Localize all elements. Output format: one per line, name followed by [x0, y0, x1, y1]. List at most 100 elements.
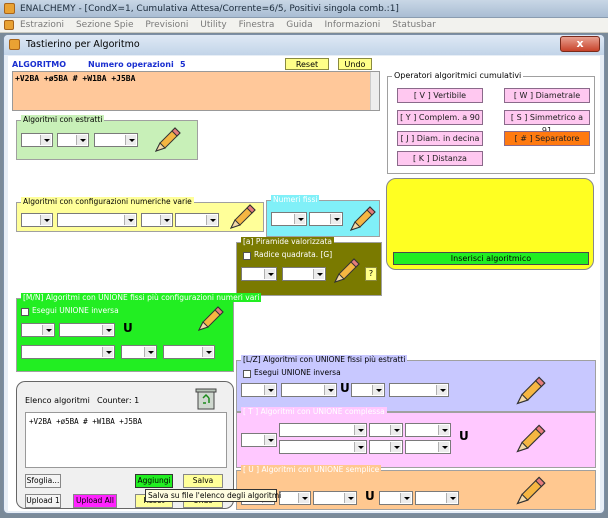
mn-combo-4[interactable] — [121, 345, 157, 359]
op-diam-decina-button[interactable]: [ J ] Diam. in decina — [397, 131, 483, 146]
t-combo-6[interactable] — [369, 440, 403, 454]
piramide-panel: [a] Piramide valorizzata Radice quadrata… — [236, 237, 382, 296]
app-title-bar: ENALCHEMY - [CondX=1, Cumulativa Attesa/… — [0, 0, 608, 18]
app-icon — [4, 3, 15, 14]
fissi-title: Numeri fissi — [271, 195, 320, 204]
lz-title: [L/Z] Algoritmi con UNIONE fissi più est… — [241, 355, 408, 364]
estratti-combo-1[interactable] — [21, 133, 53, 147]
estratti-combo-3[interactable] — [94, 133, 138, 147]
menu-item-estrazioni[interactable]: Estrazioni — [20, 20, 64, 30]
close-button[interactable]: x — [560, 36, 600, 52]
insert-algorithm-button[interactable]: Inserisci algoritmico — [393, 252, 589, 265]
operators-panel: Operatori algoritmici cumulativi [ V ] V… — [387, 71, 595, 174]
config-combo-2[interactable] — [57, 213, 137, 227]
ops-label: Numero operazioni — [88, 60, 174, 69]
estratti-combo-2[interactable] — [57, 133, 89, 147]
t-panel: [ T ] Algoritmi con UNIONE complessa U — [236, 407, 596, 468]
u-panel: [ U ] Algoritmi con UNIONE semplice U — [236, 465, 596, 510]
formula-textarea[interactable]: +V2BA +ø5BA # +W1BA +J5BA — [12, 71, 380, 111]
menu-item-statusbar[interactable]: Statusbar — [392, 20, 436, 30]
mn-combo-1[interactable] — [21, 323, 55, 337]
sfoglia-button[interactable]: Sfoglia... — [25, 474, 61, 488]
mn-panel: [M/N] Algoritmi con UNIONE fissi più con… — [16, 293, 262, 372]
mn-combo-3[interactable] — [21, 345, 115, 359]
config-panel: Algoritmi con configurazioni numeriche v… — [16, 197, 264, 232]
undo-button[interactable]: Undo — [338, 58, 372, 70]
lz-checkbox[interactable] — [243, 370, 251, 378]
lz-combo-1[interactable] — [241, 383, 277, 397]
radice-label: Radice quadrata. [G] — [254, 250, 333, 259]
u-combo-5[interactable] — [415, 491, 459, 505]
config-combo-4[interactable] — [175, 213, 219, 227]
radice-checkbox[interactable] — [243, 252, 251, 260]
fissi-combo-1[interactable] — [271, 212, 307, 226]
op-separatore-button[interactable]: [ # ] Separatore — [504, 131, 590, 146]
op-complem-button[interactable]: [ Y ] Complem. a 90 — [397, 110, 483, 125]
menu-item-previsioni[interactable]: Previsioni — [145, 20, 188, 30]
piramide-combo-1[interactable] — [241, 267, 277, 281]
pencil-icon[interactable] — [227, 203, 257, 231]
piramide-combo-2[interactable] — [282, 267, 326, 281]
dialog-icon — [9, 39, 20, 50]
pencil-icon[interactable] — [195, 305, 225, 333]
mn-combo-2[interactable] — [59, 323, 115, 337]
op-vertibile-button[interactable]: [ V ] Vertibile — [397, 88, 483, 103]
upload1-button[interactable]: Upload 1 — [25, 494, 61, 508]
union-u-letter: U — [459, 429, 469, 443]
t-combo-1[interactable] — [241, 433, 277, 447]
menu-item-guida[interactable]: Guida — [286, 20, 312, 30]
u-combo-2[interactable] — [279, 491, 311, 505]
pencil-icon[interactable] — [513, 375, 547, 407]
menu-item-finestra[interactable]: Finestra — [239, 20, 275, 30]
lz-combo-3[interactable] — [351, 383, 385, 397]
lz-combo-2[interactable] — [281, 383, 337, 397]
mn-checkbox[interactable] — [21, 308, 29, 316]
u-combo-4[interactable] — [379, 491, 413, 505]
dialog-title: Tastierino per Algoritmo — [26, 39, 140, 50]
estratti-title: Algoritmi con estratti — [21, 115, 105, 124]
insert-panel: Inserisci algoritmico — [386, 178, 594, 270]
algorithm-label: ALGORITMO — [12, 60, 67, 69]
pencil-icon[interactable] — [347, 205, 377, 233]
u-combo-3[interactable] — [313, 491, 357, 505]
piramide-title: [a] Piramide valorizzata — [241, 237, 334, 246]
config-combo-1[interactable] — [21, 213, 53, 227]
help-button[interactable]: ? — [365, 267, 377, 281]
t-title: [ T ] Algoritmi con UNIONE complessa — [241, 407, 387, 416]
list-item[interactable]: +V2BA +ø5BA # +W1BA +J5BA — [29, 417, 142, 426]
op-distanza-button[interactable]: [ K ] Distanza — [397, 151, 483, 166]
dialog-title-bar: Tastierino per Algoritmo — [4, 35, 604, 55]
union-u-letter: U — [365, 489, 375, 503]
ops-count: 5 — [180, 60, 186, 69]
pencil-icon[interactable] — [331, 257, 361, 285]
menu-item-informazioni[interactable]: Informazioni — [325, 20, 381, 30]
mn-combo-5[interactable] — [163, 345, 215, 359]
config-combo-3[interactable] — [141, 213, 173, 227]
reset-button[interactable]: Reset — [285, 58, 329, 70]
t-combo-5[interactable] — [279, 440, 367, 454]
menu-item-utility[interactable]: Utility — [200, 20, 226, 30]
algorithm-list[interactable]: +V2BA +ø5BA # +W1BA +J5BA — [25, 412, 227, 468]
union-u-letter: U — [340, 381, 350, 395]
t-combo-2[interactable] — [279, 423, 367, 437]
mn-title: [M/N] Algoritmi con UNIONE fissi più con… — [21, 293, 262, 302]
upload-all-button[interactable]: Upload All — [73, 494, 117, 508]
pencil-icon[interactable] — [513, 475, 547, 507]
lz-combo-4[interactable] — [389, 383, 449, 397]
recycle-bin-icon[interactable] — [195, 386, 217, 410]
elenco-panel: Elenco algoritmi Counter: 1 +V2BA +ø5BA … — [16, 381, 281, 509]
op-simmetrico-button[interactable]: [ S ] Simmetrico a 91 — [504, 110, 590, 135]
menu-app-icon — [4, 20, 14, 30]
pencil-icon[interactable] — [513, 423, 547, 455]
aggiungi-button[interactable]: Aggiungi — [135, 474, 173, 488]
salva-button[interactable]: Salva — [183, 474, 223, 488]
t-combo-3[interactable] — [369, 423, 403, 437]
fissi-combo-2[interactable] — [309, 212, 343, 226]
formula-scrollbar[interactable] — [370, 72, 379, 110]
menu-item-sezione-spie[interactable]: Sezione Spie — [76, 20, 134, 30]
op-diametrale-button[interactable]: [ W ] Diametrale — [504, 88, 590, 103]
t-combo-7[interactable] — [405, 440, 451, 454]
t-combo-4[interactable] — [405, 423, 451, 437]
pencil-icon[interactable] — [152, 126, 182, 154]
mn-check-label: Esegui UNIONE inversa — [32, 306, 119, 315]
